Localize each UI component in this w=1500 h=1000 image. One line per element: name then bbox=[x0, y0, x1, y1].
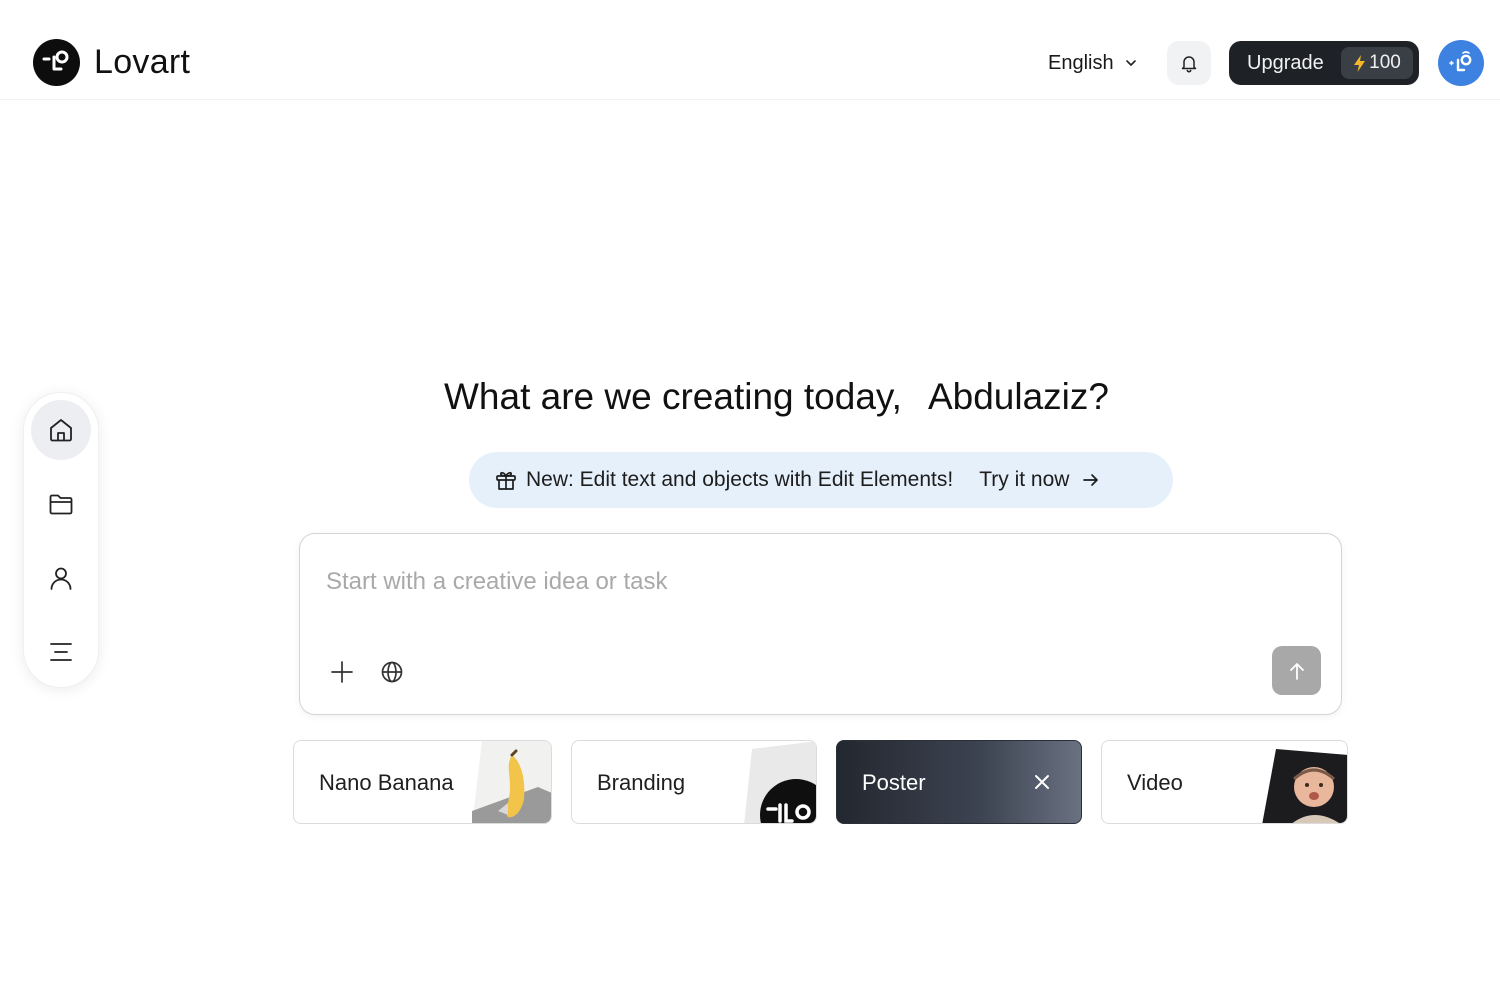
page-title: What are we creating today, Abdulaziz? bbox=[444, 374, 1204, 420]
greeting-text: What are we creating today, bbox=[444, 376, 902, 417]
notifications-button[interactable] bbox=[1167, 41, 1211, 85]
menu-icon bbox=[50, 643, 72, 661]
user-icon bbox=[50, 567, 72, 590]
language-label: English bbox=[1048, 51, 1114, 74]
credits-badge[interactable]: 100 bbox=[1341, 47, 1413, 79]
home-icon bbox=[50, 419, 72, 442]
prompt-input[interactable] bbox=[326, 562, 1226, 602]
sidebar bbox=[23, 392, 99, 688]
prompt-box bbox=[299, 533, 1342, 715]
video-thumbnail bbox=[1262, 749, 1347, 823]
template-card-nano-banana[interactable]: Nano Banana bbox=[293, 740, 552, 824]
branding-thumbnail bbox=[744, 741, 816, 823]
banana-thumbnail bbox=[472, 741, 551, 823]
user-name: Abdulaziz? bbox=[927, 376, 1109, 417]
folder-icon bbox=[49, 494, 73, 515]
close-icon[interactable] bbox=[1031, 771, 1053, 793]
bell-icon bbox=[1181, 56, 1197, 73]
chevron-down-icon bbox=[1125, 60, 1136, 66]
user-avatar[interactable] bbox=[1438, 40, 1484, 86]
globe-icon[interactable] bbox=[379, 659, 405, 685]
send-button[interactable] bbox=[1272, 646, 1321, 695]
lightning-icon bbox=[1354, 54, 1366, 72]
top-bar: Lovart English Upgrade 100 bbox=[0, 0, 1500, 100]
sidebar-item-menu[interactable] bbox=[31, 622, 91, 682]
try-it-now-link[interactable]: Try it now bbox=[979, 468, 1069, 492]
upgrade-label: Upgrade bbox=[1247, 51, 1324, 74]
template-card-poster[interactable]: Poster bbox=[836, 740, 1082, 824]
lovart-logo-icon[interactable] bbox=[33, 39, 80, 86]
brand-name[interactable]: Lovart bbox=[94, 42, 190, 82]
upgrade-button[interactable]: Upgrade 100 bbox=[1229, 41, 1419, 85]
card-label: Poster bbox=[862, 770, 926, 795]
plus-icon[interactable] bbox=[328, 658, 356, 686]
banner-text: New: Edit text and objects with Edit Ele… bbox=[526, 468, 954, 491]
gift-icon bbox=[496, 471, 516, 490]
template-card-video[interactable]: Video bbox=[1101, 740, 1348, 824]
card-label: Nano Banana bbox=[319, 770, 454, 795]
sidebar-item-profile[interactable] bbox=[31, 548, 91, 608]
sidebar-item-home[interactable] bbox=[31, 400, 91, 460]
announcement-banner[interactable]: New: Edit text and objects with Edit Ele… bbox=[469, 452, 1173, 508]
card-label: Branding bbox=[597, 770, 686, 795]
arrow-right-icon bbox=[1083, 474, 1099, 486]
credits-count: 100 bbox=[1369, 52, 1401, 73]
card-label: Video bbox=[1127, 770, 1183, 795]
sidebar-item-projects[interactable] bbox=[31, 474, 91, 534]
template-card-branding[interactable]: Branding bbox=[571, 740, 817, 824]
arrow-up-icon bbox=[1289, 662, 1304, 680]
language-selector[interactable]: English bbox=[1048, 50, 1138, 76]
